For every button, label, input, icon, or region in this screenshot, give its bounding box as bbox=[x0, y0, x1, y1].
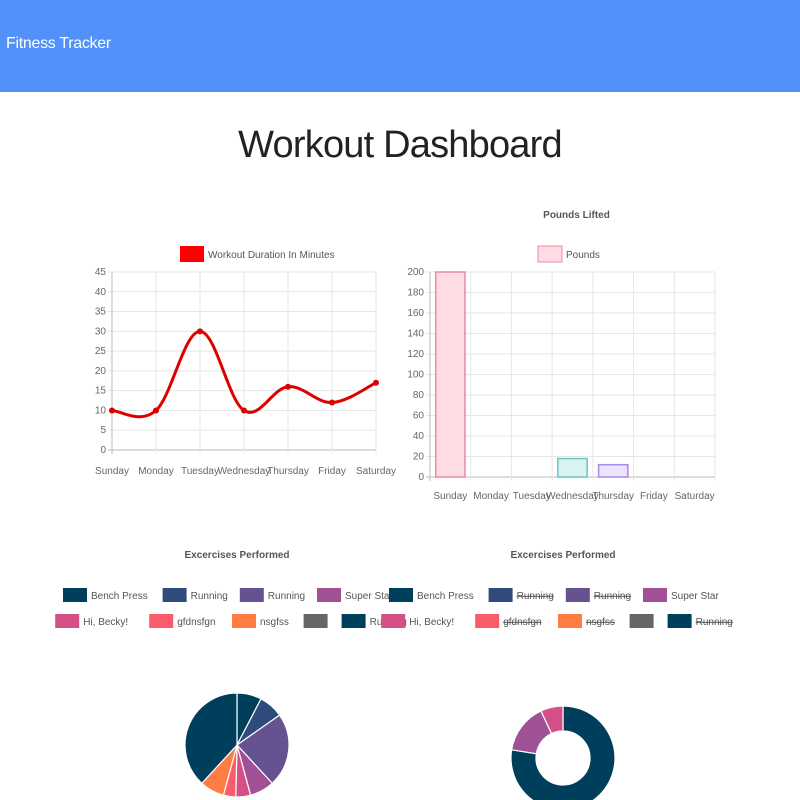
legend-swatch[interactable] bbox=[63, 588, 87, 602]
y-tick-label: 25 bbox=[95, 346, 107, 357]
y-tick-label: 0 bbox=[418, 472, 424, 483]
legend-swatch[interactable] bbox=[381, 614, 406, 628]
y-tick-label: 0 bbox=[100, 445, 106, 456]
navbar: Fitness Tracker bbox=[0, 0, 800, 92]
legend-label: Bench Press bbox=[417, 591, 474, 602]
legend-label: nsgfss bbox=[260, 617, 289, 628]
x-tick-label: Saturday bbox=[356, 466, 396, 477]
legend-label: Running bbox=[696, 617, 733, 628]
legend-label: gfdnsfgn bbox=[177, 617, 215, 628]
legend-label: Running bbox=[191, 591, 228, 602]
legend-swatch[interactable] bbox=[475, 614, 500, 628]
legend-label: Bench Press bbox=[91, 591, 148, 602]
exercises-pie-chart: Excercises Performed Bench Press Running Ru… bbox=[55, 550, 407, 798]
data-point[interactable] bbox=[373, 379, 379, 386]
page-title: Workout Dashboard bbox=[238, 124, 562, 166]
bar[interactable] bbox=[557, 457, 588, 478]
legend-swatch[interactable] bbox=[232, 614, 256, 628]
legend-swatch[interactable] bbox=[488, 588, 513, 602]
x-tick-label: Saturday bbox=[675, 491, 715, 502]
y-tick-label: 40 bbox=[95, 287, 107, 298]
legend-swatch[interactable] bbox=[55, 614, 80, 628]
data-point[interactable] bbox=[285, 383, 291, 390]
legend-label: Hi, Becky! bbox=[83, 617, 128, 628]
y-tick-label: 60 bbox=[413, 411, 425, 422]
y-tick-label: 160 bbox=[407, 308, 424, 319]
x-tick-label: Tuesday bbox=[181, 466, 219, 477]
bar[interactable] bbox=[434, 271, 466, 478]
y-tick-label: 45 bbox=[95, 267, 107, 278]
data-point[interactable] bbox=[241, 407, 247, 414]
y-tick-label: 35 bbox=[95, 307, 107, 318]
data-point[interactable] bbox=[197, 328, 203, 335]
legend-swatch bbox=[537, 245, 563, 263]
pounds-lifted-bar-chart: Pounds Lifted 0 20 40 60 80 100 120 140 160 180 200… bbox=[407, 210, 716, 502]
legend-swatch[interactable] bbox=[565, 588, 590, 602]
y-tick-label: 200 bbox=[407, 267, 424, 278]
legend-swatch[interactable] bbox=[389, 588, 413, 602]
data-point[interactable] bbox=[153, 407, 159, 414]
y-tick-label: 5 bbox=[100, 425, 106, 436]
legend-swatch[interactable] bbox=[317, 588, 341, 602]
x-tick-label: Thursday bbox=[592, 491, 634, 502]
x-tick-label: Wednesday bbox=[218, 466, 271, 477]
y-tick-label: 100 bbox=[407, 370, 424, 381]
y-tick-label: 20 bbox=[413, 452, 425, 463]
legend-swatch[interactable] bbox=[239, 588, 264, 602]
legend-swatch[interactable] bbox=[558, 614, 582, 628]
x-tick-label: Friday bbox=[318, 466, 346, 477]
legend-label: Running bbox=[517, 591, 554, 602]
legend-label: gfdnsfgn bbox=[503, 617, 541, 628]
legend-label: Hi, Becky! bbox=[409, 617, 454, 628]
y-tick-label: 40 bbox=[413, 431, 425, 442]
workout-duration-line-chart: 0 5 10 15 20 25 30 35 40 45 Sunday Monday TuesdayWed… bbox=[95, 246, 396, 477]
legend-label: Running bbox=[268, 591, 305, 602]
legend-label: Super Star bbox=[345, 591, 393, 602]
y-tick-label: 10 bbox=[95, 405, 107, 416]
chart-title: Pounds Lifted bbox=[543, 210, 610, 221]
x-tick-label: Tuesday bbox=[513, 491, 551, 502]
legend-swatch[interactable] bbox=[629, 614, 654, 628]
x-tick-label: Friday bbox=[640, 491, 668, 502]
legend-label: Workout Duration In Minutes bbox=[208, 250, 335, 261]
data-point[interactable] bbox=[329, 399, 335, 406]
legend-label: Pounds bbox=[566, 250, 600, 261]
y-tick-label: 20 bbox=[95, 366, 107, 377]
legend-swatch[interactable] bbox=[667, 614, 692, 628]
brand-link[interactable]: Fitness Tracker bbox=[6, 35, 111, 53]
chart-title: Excercises Performed bbox=[184, 550, 289, 561]
y-tick-label: 180 bbox=[407, 288, 424, 299]
x-tick-label: Wednesday bbox=[546, 491, 599, 502]
bar[interactable] bbox=[597, 463, 629, 478]
y-tick-label: 140 bbox=[407, 329, 424, 340]
legend-swatch[interactable] bbox=[643, 588, 667, 602]
x-tick-label: Sunday bbox=[433, 491, 467, 502]
legend-swatch[interactable] bbox=[341, 614, 366, 628]
x-tick-label: Thursday bbox=[267, 466, 309, 477]
legend-label: nsgfss bbox=[586, 617, 615, 628]
data-point[interactable] bbox=[109, 407, 115, 414]
legend-swatch[interactable] bbox=[303, 614, 328, 628]
legend-label: Running bbox=[594, 591, 631, 602]
x-tick-label: Monday bbox=[473, 491, 509, 502]
y-tick-label: 15 bbox=[95, 386, 107, 397]
y-tick-label: 120 bbox=[407, 349, 424, 360]
legend-label: Super Star bbox=[671, 591, 719, 602]
chart-title: Excercises Performed bbox=[510, 550, 615, 561]
exercises-donut-chart: Excercises Performed Bench Press Running Ru… bbox=[381, 550, 733, 800]
x-tick-label: Sunday bbox=[95, 466, 129, 477]
y-tick-label: 80 bbox=[413, 390, 425, 401]
y-tick-label: 30 bbox=[95, 326, 107, 337]
legend-swatch bbox=[180, 246, 204, 262]
legend-swatch[interactable] bbox=[149, 614, 174, 628]
legend-swatch[interactable] bbox=[162, 588, 187, 602]
x-tick-label: Monday bbox=[138, 466, 174, 477]
